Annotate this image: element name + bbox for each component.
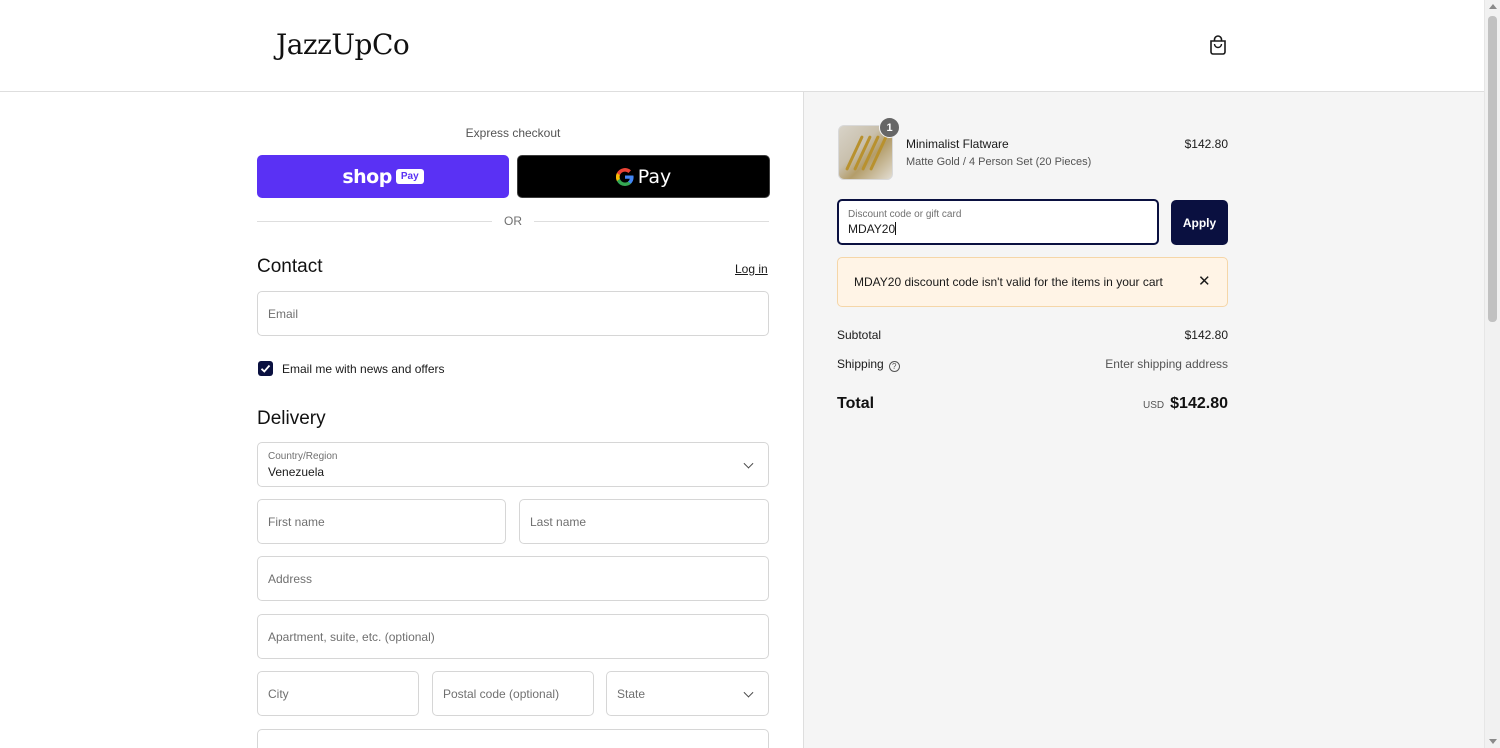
store-logo[interactable]: JazzUpCo bbox=[276, 28, 410, 61]
or-divider-text: OR bbox=[504, 214, 522, 228]
help-icon[interactable]: ? bbox=[888, 361, 900, 372]
apply-discount-button[interactable]: Apply bbox=[1171, 200, 1228, 245]
chevron-down-icon bbox=[743, 458, 754, 469]
last-name-placeholder: Last name bbox=[530, 514, 587, 529]
product-price: $142.80 bbox=[1184, 137, 1228, 151]
order-summary-panel bbox=[803, 92, 1484, 748]
google-pay-label: Pay bbox=[637, 165, 672, 188]
divider-right bbox=[534, 221, 769, 222]
shop-pay-wordmark: shop bbox=[342, 165, 392, 188]
express-checkout-label: Express checkout bbox=[465, 126, 561, 140]
contact-heading: Contact bbox=[257, 256, 323, 277]
divider-left bbox=[257, 221, 492, 222]
delivery-heading: Delivery bbox=[257, 408, 326, 429]
subtotal-value: $142.80 bbox=[1184, 328, 1228, 342]
page-scrollbar[interactable] bbox=[1484, 0, 1500, 748]
checkout-page: JazzUpCo Express checkout shop Pay Pay O… bbox=[0, 0, 1500, 748]
shop-pay-badge: Pay bbox=[395, 169, 424, 184]
checkmark-icon bbox=[260, 364, 271, 373]
email-placeholder: Email bbox=[268, 306, 299, 321]
shipping-value: Enter shipping address bbox=[1105, 357, 1228, 371]
email-field[interactable]: Email bbox=[257, 291, 769, 336]
country-select[interactable]: Country/Region Venezuela bbox=[257, 442, 769, 487]
discount-error-message: MDAY20 discount code isn't valid for the… bbox=[854, 275, 1163, 289]
google-g-icon bbox=[615, 167, 634, 186]
city-placeholder: City bbox=[268, 686, 289, 701]
country-label: Country/Region bbox=[268, 451, 338, 462]
currency-code: USD bbox=[1143, 400, 1165, 411]
site-header: JazzUpCo bbox=[0, 0, 1484, 92]
google-pay-button[interactable]: Pay bbox=[517, 155, 770, 198]
shipping-row-label: Shipping? bbox=[837, 357, 900, 372]
last-name-field[interactable]: Last name bbox=[519, 499, 769, 544]
state-placeholder: State bbox=[617, 686, 646, 701]
discount-label: Discount code or gift card bbox=[848, 209, 962, 220]
subtotal-label: Subtotal bbox=[837, 328, 882, 342]
newsletter-checkbox[interactable] bbox=[258, 361, 273, 376]
apartment-placeholder: Apartment, suite, etc. (optional) bbox=[268, 629, 435, 644]
discount-error-banner: MDAY20 discount code isn't valid for the… bbox=[837, 257, 1228, 307]
postal-code-placeholder: Postal code (optional) bbox=[443, 686, 560, 701]
postal-code-field[interactable]: Postal code (optional) bbox=[432, 671, 594, 716]
shipping-label: Shipping bbox=[837, 357, 884, 371]
total-value: $142.80 bbox=[1170, 395, 1228, 412]
city-field[interactable]: City bbox=[257, 671, 419, 716]
apartment-field[interactable]: Apartment, suite, etc. (optional) bbox=[257, 614, 769, 659]
state-select[interactable]: State bbox=[606, 671, 769, 716]
scroll-up-arrow-icon[interactable] bbox=[1489, 4, 1497, 9]
scroll-down-arrow-icon[interactable] bbox=[1489, 739, 1497, 744]
first-name-field[interactable]: First name bbox=[257, 499, 506, 544]
product-name: Minimalist Flatware bbox=[906, 137, 1009, 151]
address-field[interactable]: Address bbox=[257, 556, 769, 601]
shop-pay-button[interactable]: shop Pay bbox=[257, 155, 509, 198]
newsletter-label: Email me with news and offers bbox=[282, 362, 445, 376]
phone-field[interactable] bbox=[257, 729, 769, 748]
scrollbar-thumb[interactable] bbox=[1488, 16, 1497, 322]
quantity-badge: 1 bbox=[879, 117, 900, 138]
address-placeholder: Address bbox=[268, 571, 313, 586]
country-value: Venezuela bbox=[268, 465, 325, 479]
chevron-down-icon bbox=[743, 687, 754, 698]
total-amount: USD $142.80 bbox=[1000, 395, 1228, 413]
login-link[interactable]: Log in bbox=[735, 262, 768, 276]
discount-code-field[interactable]: Discount code or gift card MDAY20 bbox=[837, 199, 1159, 245]
shopping-bag-icon[interactable] bbox=[1208, 34, 1228, 56]
first-name-placeholder: First name bbox=[268, 514, 325, 529]
total-label: Total bbox=[837, 395, 875, 412]
discount-value: MDAY20 bbox=[848, 222, 897, 236]
product-variant: Matte Gold / 4 Person Set (20 Pieces) bbox=[906, 156, 1092, 168]
close-icon[interactable]: ✕ bbox=[1198, 274, 1211, 289]
